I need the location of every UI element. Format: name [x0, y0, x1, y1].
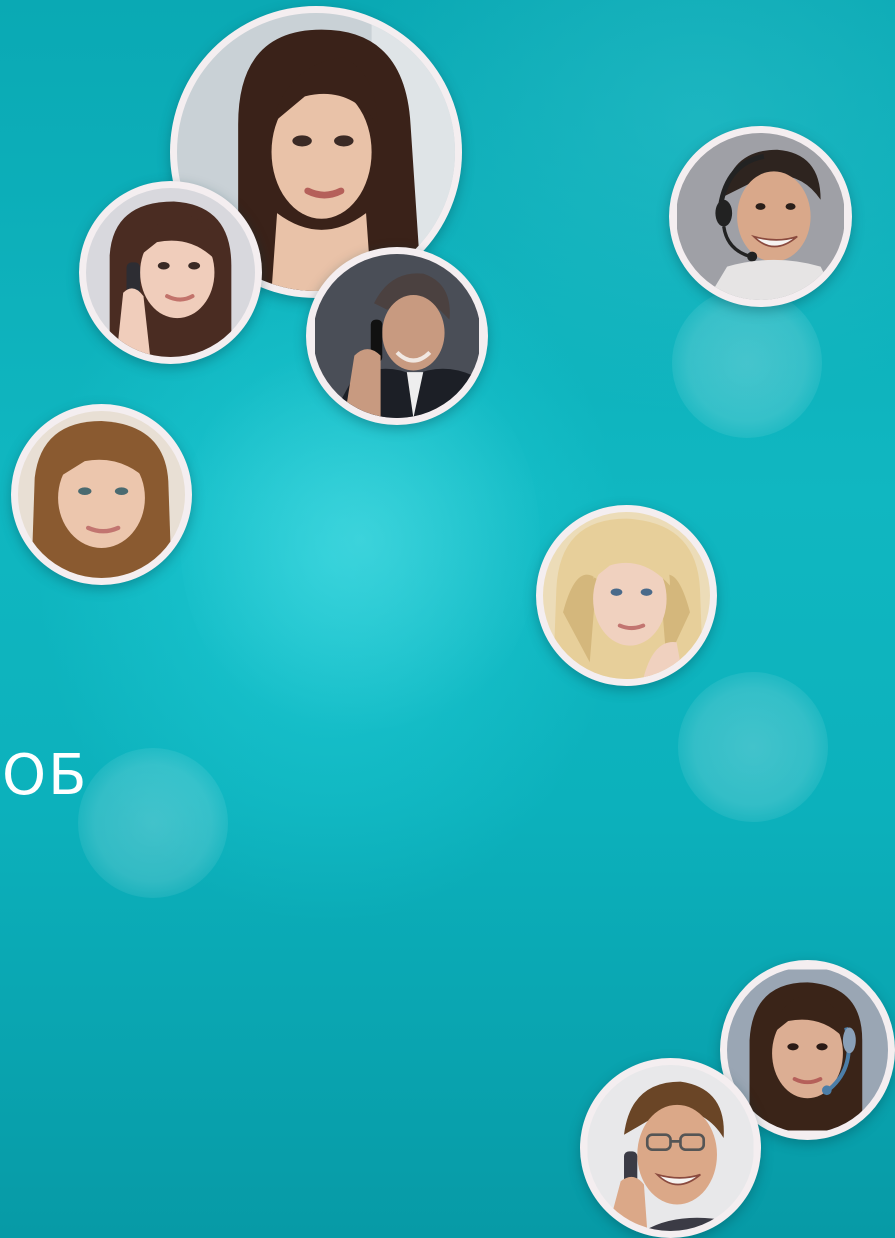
blonde-woman-photo — [543, 512, 710, 679]
headline-text: ОБ — [2, 743, 89, 808]
bokeh-circle — [678, 672, 828, 822]
avatar-man-glasses[interactable] — [580, 1058, 761, 1238]
avatar-girl-on-phone[interactable] — [79, 181, 262, 364]
woman-auburn-hair-photo — [18, 411, 185, 578]
avatar-man-headset[interactable] — [669, 126, 852, 307]
background: ОБ — [0, 0, 895, 1238]
avatar-woman-auburn-hair[interactable] — [11, 404, 192, 585]
avatar-man-on-phone[interactable] — [306, 247, 488, 425]
avatar-blonde-woman[interactable] — [536, 505, 717, 686]
man-with-headset-photo — [677, 133, 844, 300]
girl-on-phone-photo — [86, 188, 255, 357]
man-on-phone-suit-photo — [315, 254, 479, 418]
man-with-glasses-on-phone-photo — [587, 1065, 754, 1231]
bokeh-circle — [672, 288, 822, 438]
bokeh-circle — [78, 748, 228, 898]
